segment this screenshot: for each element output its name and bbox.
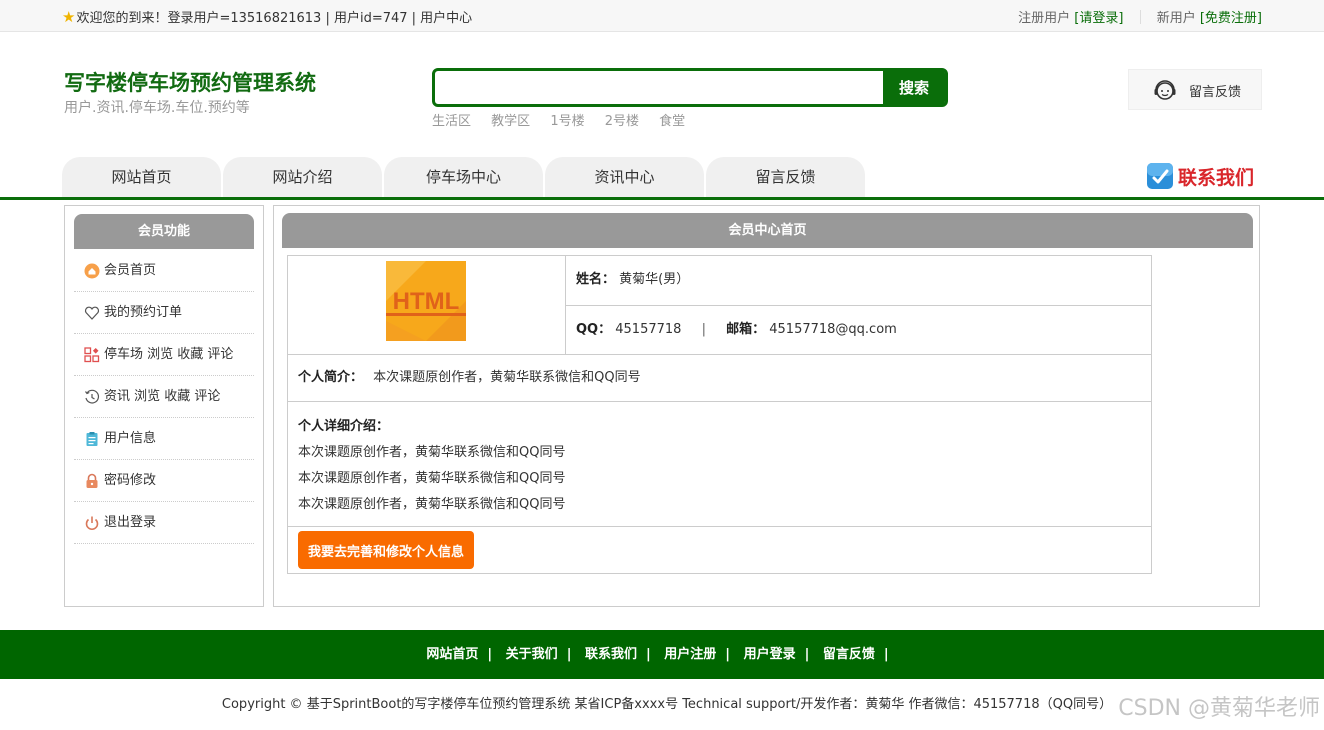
divider bbox=[1139, 10, 1141, 24]
phone-icon bbox=[1147, 163, 1173, 189]
sidebar-item-news[interactable]: 资讯 浏览 收藏 评论 bbox=[74, 376, 254, 418]
hot-tag[interactable]: 2号楼 bbox=[605, 114, 639, 129]
name-value: 黄菊华(男） bbox=[619, 272, 690, 287]
intro-value: 本次课题原创作者，黄菊华联系微信和QQ同号 bbox=[373, 370, 641, 385]
welcome-bar: ★欢迎您的到来！登录用户=13516821613 | 用户id=747 | 用户… bbox=[62, 7, 472, 26]
footer-nav: 网站首页 | 关于我们 | 联系我们 | 用户注册 | 用户登录 | 留言反馈 | bbox=[0, 630, 1324, 679]
clipboard-icon bbox=[86, 432, 98, 446]
customer-service-icon bbox=[1154, 80, 1176, 100]
sidebar-item-label: 我的预约订单 bbox=[104, 305, 183, 320]
nav-home[interactable]: 网站首页 bbox=[62, 157, 221, 197]
sidebar-title: 会员功能 bbox=[74, 214, 254, 249]
signup-link[interactable]: [免费注册] bbox=[1200, 11, 1262, 26]
main-title: 会员中心首页 bbox=[282, 213, 1253, 248]
search-box: 搜索 bbox=[432, 68, 948, 107]
footer-divider: | bbox=[804, 647, 810, 662]
welcome-text[interactable]: 欢迎您的到来！登录用户=13516821613 | 用户id=747 | 用户中… bbox=[76, 11, 472, 26]
footer-link-login[interactable]: 用户登录 bbox=[744, 647, 796, 662]
search-input[interactable] bbox=[435, 71, 887, 104]
detail-row: 个人详细介绍： 本次课题原创作者，黄菊华联系微信和QQ同号 本次课题原创作者，黄… bbox=[288, 402, 1151, 527]
nav-about[interactable]: 网站介绍 bbox=[223, 157, 382, 197]
field-divider: | bbox=[701, 322, 706, 337]
sidebar-item-password[interactable]: 密码修改 bbox=[74, 460, 254, 502]
site-subtitle: 用户.资讯.停车场.车位.预约等 bbox=[64, 100, 250, 116]
registered-user-label: 注册用户 bbox=[1018, 11, 1071, 26]
detail-line: 本次课题原创作者，黄菊华联系微信和QQ同号 bbox=[298, 445, 566, 460]
sidebar-item-member-home[interactable]: 会员首页 bbox=[74, 250, 254, 292]
sidebar-item-logout[interactable]: 退出登录 bbox=[74, 502, 254, 544]
footer-divider: | bbox=[645, 647, 651, 662]
intro-row: 个人简介： 本次课题原创作者，黄菊华联系微信和QQ同号 bbox=[288, 355, 1151, 402]
name-row: 姓名： 黄菊华(男） bbox=[566, 256, 1151, 306]
sidebar-item-label: 停车场 浏览 收藏 评论 bbox=[104, 347, 234, 362]
account-links: 注册用户 [请登录] 新用户 [免费注册] bbox=[1018, 7, 1262, 26]
edit-profile-button[interactable]: 我要去完善和修改个人信息 bbox=[298, 531, 474, 569]
nav-news[interactable]: 资讯中心 bbox=[545, 157, 704, 197]
history-icon bbox=[85, 389, 100, 404]
footer-divider: | bbox=[487, 647, 493, 662]
footer-link-home[interactable]: 网站首页 bbox=[426, 647, 478, 662]
html-logo-image: HTML bbox=[386, 261, 466, 341]
footer-link-feedback[interactable]: 留言反馈 bbox=[823, 647, 875, 662]
hot-tag[interactable]: 1号楼 bbox=[550, 114, 584, 129]
sidebar-item-label: 退出登录 bbox=[104, 515, 157, 530]
avatar-cell: HTML bbox=[288, 256, 566, 355]
site-title[interactable]: 写字楼停车场预约管理系统 bbox=[64, 67, 316, 97]
login-link[interactable]: [请登录] bbox=[1074, 11, 1123, 26]
watermark: CSDN @黄菊华老师 bbox=[1118, 696, 1320, 721]
hot-tag[interactable]: 生活区 bbox=[432, 114, 471, 129]
new-user-label: 新用户 bbox=[1156, 11, 1196, 26]
power-icon bbox=[85, 516, 99, 531]
sidebar-item-user-info[interactable]: 用户信息 bbox=[74, 418, 254, 460]
footer-link-about[interactable]: 关于我们 bbox=[506, 647, 558, 662]
logo-text: HTML bbox=[393, 288, 460, 315]
sidebar-menu: 会员首页 我的预约订单 停车场 浏览 收藏 评论 资讯 浏览 收藏 评论 用户信… bbox=[74, 250, 254, 544]
main-panel: 会员中心首页 HTML 姓名： 黄菊华(男） QQ： 45157718 | 邮箱… bbox=[273, 205, 1260, 607]
home-icon bbox=[84, 263, 100, 279]
qq-label: QQ： bbox=[576, 322, 612, 337]
intro-label: 个人简介： bbox=[298, 370, 364, 385]
contact-label: 联系我们 bbox=[1178, 166, 1255, 189]
footer-link-register[interactable]: 用户注册 bbox=[664, 647, 716, 662]
detail-label: 个人详细介绍： bbox=[298, 419, 390, 434]
search-button[interactable]: 搜索 bbox=[883, 68, 945, 107]
hot-tag[interactable]: 食堂 bbox=[659, 114, 685, 129]
top-bar: ★欢迎您的到来！登录用户=13516821613 | 用户id=747 | 用户… bbox=[0, 0, 1324, 32]
qq-value: 45157718 bbox=[615, 322, 682, 337]
sidebar-item-label: 用户信息 bbox=[104, 431, 157, 446]
sidebar-item-label: 资讯 浏览 收藏 评论 bbox=[104, 389, 221, 404]
detail-line: 本次课题原创作者，黄菊华联系微信和QQ同号 bbox=[298, 497, 566, 512]
email-label: 邮箱： bbox=[726, 322, 766, 337]
sidebar-item-label: 密码修改 bbox=[104, 473, 157, 488]
contact-row: QQ： 45157718 | 邮箱： 45157718@qq.com bbox=[566, 306, 1151, 355]
hot-tags: 生活区 教学区 1号楼 2号楼 食堂 bbox=[432, 110, 701, 129]
feedback-button[interactable]: 留言反馈 bbox=[1128, 69, 1262, 110]
star-icon: ★ bbox=[62, 8, 76, 26]
footer-link-contact[interactable]: 联系我们 bbox=[585, 647, 637, 662]
nav-feedback[interactable]: 留言反馈 bbox=[706, 157, 865, 197]
nav-parking[interactable]: 停车场中心 bbox=[384, 157, 543, 197]
grid-icon bbox=[84, 347, 100, 363]
lock-icon bbox=[86, 473, 98, 488]
heart-icon bbox=[84, 306, 100, 320]
sidebar: 会员功能 会员首页 我的预约订单 停车场 浏览 收藏 评论 资讯 浏览 收藏 评… bbox=[64, 205, 264, 607]
footer-divider: | bbox=[883, 647, 889, 662]
sidebar-item-label: 会员首页 bbox=[104, 263, 157, 278]
nav-divider bbox=[0, 197, 1324, 200]
email-value: 45157718@qq.com bbox=[769, 322, 897, 337]
footer-divider: | bbox=[725, 647, 731, 662]
footer-divider: | bbox=[566, 647, 572, 662]
detail-line: 本次课题原创作者，黄菊华联系微信和QQ同号 bbox=[298, 471, 566, 486]
sidebar-item-orders[interactable]: 我的预约订单 bbox=[74, 292, 254, 334]
feedback-label: 留言反馈 bbox=[1189, 85, 1242, 100]
sidebar-item-parking[interactable]: 停车场 浏览 收藏 评论 bbox=[74, 334, 254, 376]
contact-us[interactable]: 联系我们 bbox=[1146, 162, 1254, 192]
profile-table: HTML 姓名： 黄菊华(男） QQ： 45157718 | 邮箱： 45157… bbox=[287, 255, 1152, 574]
name-label: 姓名： bbox=[576, 272, 616, 287]
hot-tag[interactable]: 教学区 bbox=[491, 114, 530, 129]
